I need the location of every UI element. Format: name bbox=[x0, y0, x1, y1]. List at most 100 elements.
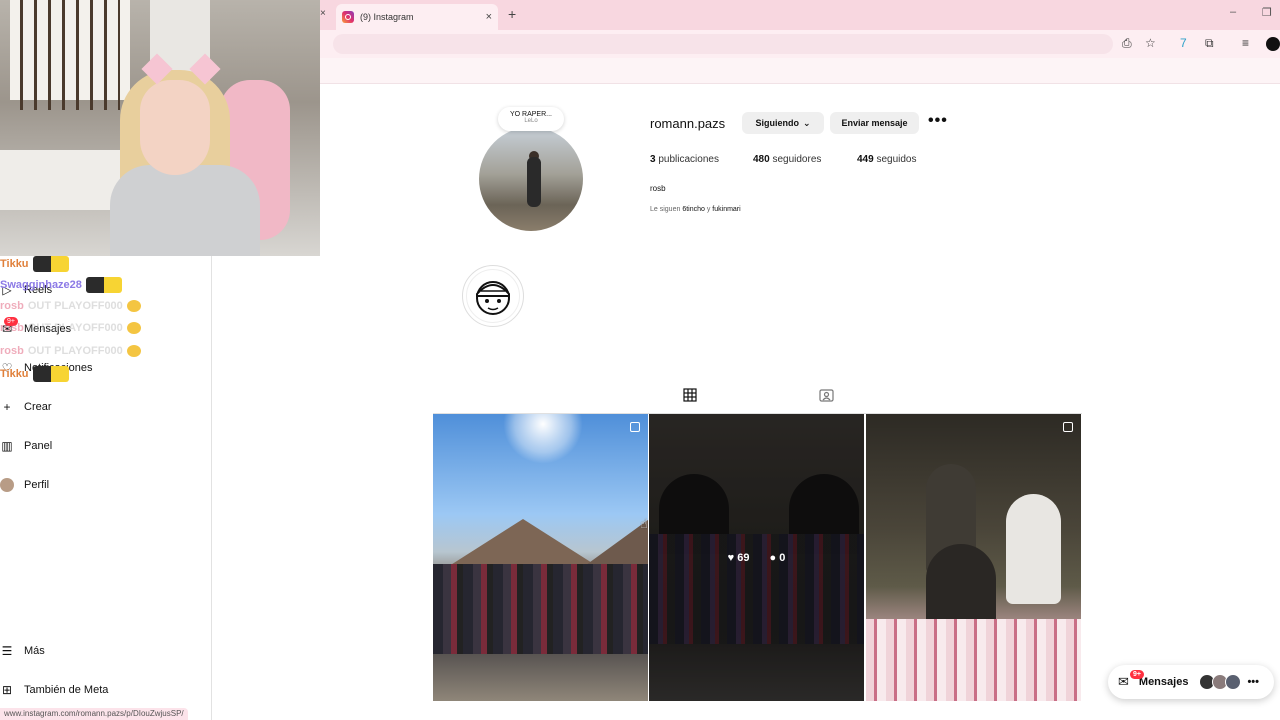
note-subtitle: LeLo bbox=[524, 118, 538, 124]
media-queue-icon[interactable]: ≡ bbox=[1242, 36, 1249, 50]
minimize-icon[interactable]: – bbox=[1230, 6, 1236, 18]
note-title: YO RAPER... bbox=[509, 111, 552, 118]
more-options-icon[interactable]: ••• bbox=[928, 112, 948, 130]
chat-message: rosb OUT PLAYOFF000 bbox=[0, 322, 141, 335]
mouse-cursor-icon: ☝ bbox=[640, 516, 648, 531]
emote-icon bbox=[126, 300, 141, 313]
sidebar-item-label: Crear bbox=[24, 401, 52, 413]
chat-username: rosb bbox=[0, 345, 24, 357]
emote-icon bbox=[85, 277, 122, 293]
heart-filled-icon: ♥ bbox=[727, 551, 735, 564]
multiple-photos-icon bbox=[1063, 422, 1073, 432]
striped-tablecloth bbox=[866, 619, 1081, 701]
tagged-person-icon bbox=[818, 389, 834, 402]
tab-close-icon[interactable]: × bbox=[486, 11, 492, 23]
followed-by[interactable]: Le siguen 6tincho y fukinmari bbox=[650, 206, 741, 213]
likes-stat: ♥ 69 bbox=[728, 552, 750, 564]
menu-icon: ☰ bbox=[1, 644, 13, 658]
emote-icon bbox=[32, 256, 69, 272]
profile-picture[interactable] bbox=[479, 127, 583, 231]
followed-by-prefix: Le siguen bbox=[650, 206, 681, 213]
person bbox=[1006, 494, 1061, 604]
followers-label: seguidores bbox=[772, 154, 822, 165]
sidebar-item-label: Más bbox=[24, 645, 45, 657]
bookmark-star-icon[interactable]: ☆ bbox=[1145, 36, 1156, 50]
tab-title: (9) Instagram bbox=[360, 12, 414, 22]
story-highlight[interactable] bbox=[462, 265, 524, 327]
install-app-icon[interactable]: ⎙ bbox=[1122, 36, 1132, 51]
chat-message: Swagginhaze28 bbox=[0, 277, 122, 293]
close-icon[interactable]: × bbox=[320, 8, 326, 19]
new-tab-button[interactable]: + bbox=[508, 6, 516, 22]
webcam-person-body bbox=[110, 165, 260, 256]
profile-picture-person bbox=[527, 157, 541, 207]
more-options-icon[interactable]: ••• bbox=[1247, 676, 1259, 688]
post-hover-overlay: ♥ 69 ● 0 bbox=[649, 414, 864, 701]
likes-count: 69 bbox=[737, 551, 750, 564]
floating-messages-label: Mensajes bbox=[1138, 676, 1189, 688]
sun bbox=[503, 414, 583, 464]
sidebar-item-create[interactable]: + Crear bbox=[0, 396, 52, 418]
post-mountain-group[interactable] bbox=[433, 414, 648, 701]
webcam-person-face bbox=[140, 80, 210, 175]
emote-icon bbox=[32, 366, 69, 382]
chat-text: OUT PLAYOFF000 bbox=[27, 300, 123, 312]
sidebar-item-also-from-meta[interactable]: ⊞ También de Meta bbox=[0, 679, 108, 701]
extension-icon[interactable]: 7 bbox=[1180, 36, 1187, 50]
puzzle-extensions-icon[interactable]: ⧉ bbox=[1205, 36, 1214, 51]
chat-username: Tikku bbox=[0, 367, 29, 380]
comments-stat: ● 0 bbox=[770, 552, 786, 564]
chat-message: Tikku bbox=[0, 366, 69, 382]
grid-icon bbox=[683, 388, 697, 402]
floating-messages-button[interactable]: ✉ 9+ Mensajes ••• bbox=[1108, 665, 1274, 699]
chat-message: rosb OUT PLAYOFF000 bbox=[0, 345, 141, 358]
followed-by-joiner: y bbox=[706, 206, 711, 213]
following-stat[interactable]: 449 seguidos bbox=[857, 154, 917, 165]
following-count: 449 bbox=[857, 154, 874, 165]
profile-note-bubble[interactable]: YO RAPER... LeLo bbox=[498, 107, 564, 131]
restore-icon[interactable]: ❐ bbox=[1262, 6, 1272, 19]
posts-label: publicaciones bbox=[658, 154, 719, 165]
chat-text: OUT PLAYOFF000 bbox=[27, 345, 123, 357]
tab-posts[interactable] bbox=[668, 388, 712, 414]
chat-username: Swagginhaze28 bbox=[0, 278, 82, 291]
chevron-down-icon: ⌄ bbox=[802, 117, 811, 128]
sidebar-item-more[interactable]: ☰ Más bbox=[0, 640, 45, 662]
webcam-window-bars bbox=[20, 0, 120, 110]
bio-name: rosb bbox=[650, 184, 666, 193]
posts-count: 3 bbox=[650, 154, 656, 165]
avatar bbox=[1225, 674, 1242, 690]
chat-username: rosb bbox=[0, 322, 24, 334]
chat-text: OUT PLAYOFF000 bbox=[27, 322, 123, 334]
sidebar-item-profile[interactable]: Perfil bbox=[0, 474, 49, 496]
following-button[interactable]: Siguiendo ⌄ bbox=[742, 112, 824, 134]
tab-tagged[interactable] bbox=[806, 388, 846, 414]
send-message-button[interactable]: Enviar mensaje bbox=[830, 112, 919, 134]
followers-stat[interactable]: 480 seguidores bbox=[753, 154, 821, 165]
followed-by-user: fukinmari bbox=[712, 206, 741, 213]
address-bar[interactable] bbox=[333, 34, 1113, 54]
recent-contacts bbox=[1199, 674, 1242, 690]
followers-count: 480 bbox=[753, 154, 770, 165]
streamer-webcam bbox=[0, 0, 320, 256]
profile-avatar-icon[interactable] bbox=[1266, 37, 1280, 51]
instagram-favicon-icon bbox=[342, 11, 354, 23]
cartoon-face-icon bbox=[476, 281, 510, 315]
followed-by-user: 6tincho bbox=[682, 206, 705, 213]
browser-tab-instagram[interactable]: (9) Instagram × bbox=[336, 4, 498, 30]
messenger-icon: ✉ bbox=[1118, 674, 1129, 689]
dashboard-icon: ▥ bbox=[1, 439, 13, 453]
messages-badge: 9+ bbox=[1130, 670, 1144, 679]
chat-message: Tikku bbox=[0, 256, 69, 272]
comment-bubble-icon: ● bbox=[769, 551, 777, 564]
chat-username: rosb bbox=[0, 300, 24, 312]
post-dinner-party[interactable] bbox=[866, 414, 1081, 701]
sidebar-item-label: Perfil bbox=[24, 479, 50, 491]
avatar-icon bbox=[0, 478, 14, 492]
sidebar-item-dashboard[interactable]: ▥ Panel bbox=[0, 435, 52, 457]
multiple-photos-icon bbox=[630, 422, 640, 432]
post-courtyard-group[interactable]: ♥ 69 ● 0 bbox=[649, 414, 864, 701]
plus-icon: + bbox=[3, 400, 11, 414]
sidebar-item-label: También de Meta bbox=[24, 684, 109, 696]
profile-username: romann.pazs bbox=[650, 116, 726, 131]
